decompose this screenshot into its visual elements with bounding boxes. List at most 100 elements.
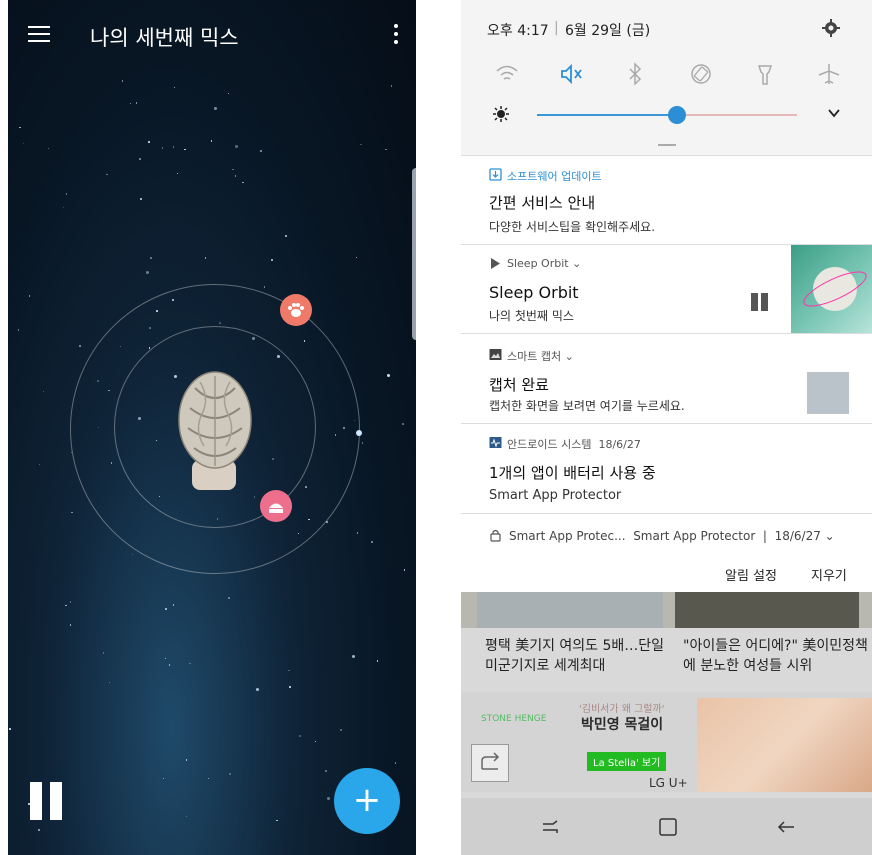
- orbit-dot: [356, 430, 362, 436]
- notification-settings-button[interactable]: 알림 설정: [725, 565, 777, 584]
- star: [65, 604, 67, 607]
- star: [314, 740, 317, 743]
- home-icon[interactable]: [657, 816, 679, 838]
- star: [327, 796, 331, 800]
- star: [131, 553, 134, 556]
- paw-sound-button[interactable]: [280, 294, 312, 326]
- app-bar: 나의 세번째 믹스: [8, 0, 416, 72]
- more-vert-icon[interactable]: [394, 24, 398, 44]
- status-date: 6월 29일 (금): [565, 23, 651, 39]
- quick-settings-panel: 오후 4:17 | 6월 29일 (금): [461, 0, 872, 155]
- star: [371, 541, 373, 543]
- star: [176, 172, 179, 175]
- star: [356, 532, 359, 534]
- news-headline-1[interactable]: 평택 美기지 여의도 5배…단일 미군기지로 세계최대: [485, 636, 665, 676]
- settings-gear-icon[interactable]: [821, 18, 841, 38]
- star: [361, 442, 364, 444]
- share-button[interactable]: [471, 744, 509, 782]
- star: [255, 688, 259, 692]
- star: [65, 193, 68, 195]
- star: [387, 374, 391, 378]
- notification-smart-capture[interactable]: 스마트 캡처 ⌄ 캡처 완료 캡처한 화면을 보려면 여기를 누르세요.: [461, 333, 872, 424]
- notification-title: 간편 서비스 안내: [489, 194, 596, 212]
- star: [184, 148, 186, 151]
- brightness-icon: [493, 106, 509, 122]
- notification-app-name: 안드로이드 시스템 18/6/27: [507, 438, 641, 451]
- ad-subtitle: '김비서가 왜 그럴까': [579, 704, 665, 715]
- star: [376, 660, 379, 662]
- star: [394, 762, 397, 764]
- star: [172, 604, 175, 606]
- news-photo-map[interactable]: [477, 592, 663, 628]
- news-headline-2[interactable]: "아이들은 어디에?" 美이민정책에 분노한 여성들 시위: [683, 636, 869, 676]
- carrier-label: LG U+: [649, 776, 688, 790]
- star: [17, 329, 20, 331]
- mix-title: 나의 세번째 믹스: [90, 26, 239, 50]
- star: [235, 145, 239, 149]
- notification-text: 다양한 서비스팁을 확인해주세요.: [489, 220, 656, 234]
- notification-smart-app-protector[interactable]: Smart App Protec... Smart App Protector …: [461, 513, 872, 556]
- add-sound-button[interactable]: +: [334, 768, 400, 834]
- hamburger-menu-icon[interactable]: [28, 26, 50, 44]
- star: [276, 819, 278, 822]
- navigation-bar: [461, 798, 872, 855]
- pause-button[interactable]: [28, 782, 68, 822]
- star: [232, 168, 234, 171]
- star: [9, 728, 11, 730]
- star: [71, 511, 73, 513]
- back-icon[interactable]: [775, 816, 797, 838]
- star: [79, 345, 81, 347]
- notification-android-system[interactable]: 안드로이드 시스템 18/6/27 1개의 앱이 배터리 사용 중 Smart …: [461, 423, 872, 514]
- star: [385, 148, 387, 151]
- braided-head-figure[interactable]: [170, 368, 260, 490]
- star: [360, 143, 362, 146]
- flashlight-icon[interactable]: [751, 60, 779, 88]
- battery-activity-icon: [489, 437, 502, 448]
- star: [148, 141, 150, 143]
- star: [185, 759, 188, 761]
- software-update-icon: [489, 168, 502, 181]
- sound-mute-icon[interactable]: [557, 60, 585, 88]
- media-pause-button[interactable]: [751, 293, 771, 313]
- clear-all-button[interactable]: 지우기: [811, 565, 847, 584]
- edge-panel-handle[interactable]: [412, 168, 416, 340]
- star: [210, 140, 213, 142]
- star: [121, 80, 124, 82]
- recent-apps-icon[interactable]: [539, 816, 561, 838]
- airplane-mode-icon[interactable]: [815, 60, 843, 88]
- image-icon: [489, 349, 502, 360]
- star: [229, 773, 231, 775]
- star: [69, 601, 72, 603]
- notification-sleep-orbit[interactable]: Sleep Orbit ⌄ Sleep Orbit 나의 첫번째 믹스: [461, 244, 872, 334]
- news-photo-crowd[interactable]: [675, 592, 859, 628]
- star: [204, 257, 207, 259]
- sleep-orbit-screen: 나의 세번째 믹스 +: [8, 0, 416, 855]
- star: [325, 770, 327, 772]
- notification-shade-screen: 평택 美기지 여의도 5배…단일 미군기지로 세계최대 "아이들은 어디에?" …: [461, 0, 872, 855]
- brightness-slider-thumb[interactable]: [668, 106, 686, 124]
- notification-software-update[interactable]: 소프트웨어 업데이트 간편 서비스 안내 다양한 서비스팁을 확인해주세요.: [461, 155, 872, 245]
- panel-drag-handle[interactable]: [658, 144, 676, 146]
- notification-title: Sleep Orbit: [489, 283, 579, 302]
- star: [260, 150, 262, 152]
- star: [38, 829, 40, 831]
- notification-app-name: Sleep Orbit ⌄: [507, 257, 582, 270]
- ad-title: 박민영 목걸이: [581, 717, 664, 733]
- status-separator: |: [554, 20, 559, 36]
- bluetooth-icon[interactable]: [621, 60, 649, 88]
- ad-cta-button[interactable]: La Stella' 보기: [587, 752, 667, 771]
- star: [299, 735, 301, 737]
- star: [263, 286, 266, 288]
- star: [173, 86, 176, 88]
- star: [172, 146, 175, 148]
- wifi-icon[interactable]: [493, 60, 521, 88]
- cake-sound-button[interactable]: [260, 490, 292, 522]
- brightness-slider-filled: [537, 114, 677, 116]
- star: [164, 657, 167, 660]
- chevron-down-icon[interactable]: [827, 106, 841, 120]
- capture-thumbnail: [807, 372, 849, 414]
- auto-rotate-icon[interactable]: [687, 60, 715, 88]
- status-time: 오후 4:17: [487, 23, 549, 39]
- sleep-orbit-artwork: [791, 245, 872, 333]
- star: [145, 270, 149, 274]
